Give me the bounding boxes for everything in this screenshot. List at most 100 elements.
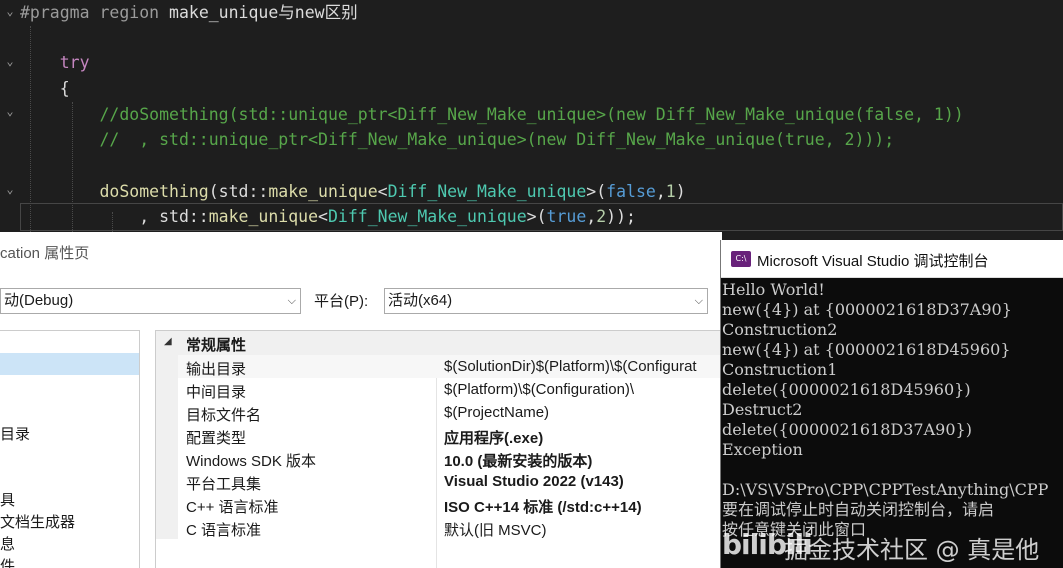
code-line[interactable] bbox=[20, 153, 1063, 178]
property-row[interactable]: 配置类型 应用程序(.exe) bbox=[156, 424, 722, 447]
console-line: Exception bbox=[722, 440, 803, 459]
property-name: 配置类型 bbox=[186, 430, 247, 447]
console-line: delete({0000021618D37A90}) bbox=[722, 420, 972, 439]
row-gutter bbox=[156, 355, 178, 378]
code-token: false bbox=[606, 182, 656, 201]
fold-chevron-icon[interactable]: ⌄ bbox=[0, 4, 20, 18]
property-name: Windows SDK 版本 bbox=[186, 453, 317, 470]
code-line[interactable]: #pragma region make_unique与new区别 bbox=[20, 0, 1063, 25]
chevron-down-icon: ⌵ bbox=[287, 295, 296, 307]
console-line: Construction2 bbox=[722, 320, 838, 339]
watermark-text: 掘金技术社区 @ 真是他 bbox=[784, 536, 1040, 564]
property-grid[interactable]: ◢ 常规属性 输出目录 $(SolutionDir)$(Platform)\$(… bbox=[155, 330, 722, 568]
property-name: C 语言标准 bbox=[186, 522, 262, 539]
property-row[interactable]: 平台工具集 Visual Studio 2022 (v143) bbox=[156, 470, 722, 493]
property-pages-dialog: cation 属性页 动(Debug) ⌵ 平台(P): 活动(x64) ⌵ 目… bbox=[0, 232, 722, 568]
fold-chevron-icon[interactable]: ⌄ bbox=[0, 54, 20, 68]
code-token: #pragma region bbox=[20, 3, 170, 22]
console-line: D:\VS\VSPro\CPP\CPPTestAnything\CPP bbox=[722, 480, 1049, 499]
code-line[interactable]: , std::make_unique<Diff_New_Make_unique>… bbox=[20, 204, 1063, 229]
code-token: 1 bbox=[665, 182, 676, 201]
code-token: try bbox=[20, 53, 90, 72]
console-title-bar[interactable]: C:\ Microsoft Visual Studio 调试控制台 bbox=[721, 240, 1063, 278]
console-line: Destruct2 bbox=[722, 400, 803, 419]
code-token: ) bbox=[675, 182, 686, 201]
property-tree[interactable]: 目录 具 文档生成器 息 件 bbox=[0, 330, 140, 568]
platform-value: 活动(x64) bbox=[388, 292, 453, 309]
configuration-value: 动(Debug) bbox=[4, 292, 74, 309]
console-line: 要在调试停止时自动关闭控制台，请启 bbox=[722, 500, 995, 519]
property-row[interactable]: C 语言标准 默认(旧 MSVC) bbox=[156, 516, 722, 539]
console-line: delete({0000021618D45960}) bbox=[722, 380, 971, 399]
code-token: make_unique与new区别 bbox=[169, 3, 358, 22]
code-token: )); bbox=[606, 207, 636, 226]
code-token: //doSomething(std::unique_ptr<Diff_New_M… bbox=[20, 105, 964, 124]
tree-item[interactable]: 目录 bbox=[0, 423, 30, 444]
triangle-down-icon[interactable]: ◢ bbox=[164, 336, 172, 347]
tree-item[interactable]: 息 bbox=[0, 533, 15, 554]
code-line[interactable]: //doSomething(std::unique_ptr<Diff_New_M… bbox=[20, 102, 1063, 127]
property-value[interactable]: 应用程序(.exe) bbox=[444, 427, 543, 448]
code-token: Diff_New_Make_unique bbox=[387, 182, 587, 201]
property-row[interactable]: 中间目录 $(Platform)\$(Configuration)\ bbox=[156, 378, 722, 401]
row-gutter bbox=[156, 493, 178, 516]
code-editor[interactable]: ⌄ ⌄ ⌄ ⌄ #pragma region make_unique与new区别… bbox=[0, 0, 1063, 240]
console-line: Hello World! bbox=[722, 280, 825, 299]
code-line[interactable]: { bbox=[20, 76, 1063, 101]
property-value[interactable]: 10.0 (最新安装的版本) bbox=[444, 450, 592, 471]
property-name: 中间目录 bbox=[186, 384, 247, 401]
platform-label: 平台(P): bbox=[314, 293, 369, 310]
property-value[interactable]: Visual Studio 2022 (v143) bbox=[444, 473, 624, 490]
row-gutter bbox=[156, 470, 178, 493]
code-line[interactable]: doSomething(std::make_unique<Diff_New_Ma… bbox=[20, 179, 1063, 204]
property-name: 输出目录 bbox=[186, 361, 247, 378]
code-token: < bbox=[318, 207, 328, 226]
property-value[interactable]: 默认(旧 MSVC) bbox=[444, 519, 547, 540]
code-token: { bbox=[20, 79, 70, 98]
console-title: Microsoft Visual Studio 调试控制台 bbox=[757, 253, 989, 270]
row-gutter bbox=[156, 378, 178, 401]
code-token: // , std::unique_ptr<Diff_New_Make_uniqu… bbox=[20, 130, 895, 149]
fold-chevron-icon[interactable]: ⌄ bbox=[0, 182, 20, 196]
code-token: true bbox=[546, 207, 587, 226]
code-token: , bbox=[586, 207, 597, 226]
row-gutter bbox=[156, 401, 178, 424]
property-name: C++ 语言标准 bbox=[186, 499, 279, 516]
configuration-select[interactable]: 动(Debug) ⌵ bbox=[0, 288, 301, 314]
section-title: 常规属性 bbox=[186, 337, 247, 354]
debug-console-window[interactable]: C:\ Microsoft Visual Studio 调试控制台 Hello … bbox=[720, 240, 1063, 568]
section-header[interactable]: ◢ 常规属性 bbox=[156, 331, 722, 355]
code-token: Diff_New_Make_unique bbox=[327, 207, 527, 226]
tree-item[interactable]: 具 bbox=[0, 489, 15, 510]
property-row[interactable]: Windows SDK 版本 10.0 (最新安装的版本) bbox=[156, 447, 722, 470]
row-gutter bbox=[156, 424, 178, 447]
console-line: new({4}) at {0000021618D37A90} bbox=[722, 300, 1012, 319]
code-token: < bbox=[377, 182, 388, 201]
code-token: , std:: bbox=[20, 207, 209, 226]
property-row[interactable]: 输出目录 $(SolutionDir)$(Platform)\$(Configu… bbox=[156, 355, 722, 378]
code-line[interactable]: try bbox=[20, 50, 1063, 75]
row-gutter bbox=[156, 447, 178, 470]
property-value[interactable]: ISO C++14 标准 (/std:c++14) bbox=[444, 496, 642, 517]
property-value[interactable]: $(ProjectName) bbox=[444, 404, 549, 421]
code-token: >( bbox=[526, 207, 547, 226]
console-line: Construction1 bbox=[722, 360, 838, 379]
code-token: 2 bbox=[596, 207, 607, 226]
code-token: (std:: bbox=[208, 182, 269, 201]
fold-chevron-icon[interactable]: ⌄ bbox=[0, 104, 20, 118]
code-line[interactable]: // , std::unique_ptr<Diff_New_Make_uniqu… bbox=[20, 127, 1063, 152]
property-name: 平台工具集 bbox=[186, 476, 262, 493]
property-value[interactable]: $(Platform)\$(Configuration)\ bbox=[444, 381, 634, 398]
tree-selected-item[interactable] bbox=[0, 353, 139, 375]
property-row[interactable]: 目标文件名 $(ProjectName) bbox=[156, 401, 722, 424]
console-line: new({4}) at {0000021618D45960} bbox=[722, 340, 1011, 359]
tree-item[interactable]: 件 bbox=[0, 555, 15, 568]
chevron-down-icon: ⌵ bbox=[694, 295, 703, 307]
watermark: bilibili 掘金技术社区 @ 真是他 bbox=[722, 524, 1063, 568]
property-value[interactable]: $(SolutionDir)$(Platform)\$(Configurat bbox=[444, 358, 697, 375]
property-name: 目标文件名 bbox=[186, 407, 262, 424]
property-row[interactable]: C++ 语言标准 ISO C++14 标准 (/std:c++14) bbox=[156, 493, 722, 516]
platform-select[interactable]: 活动(x64) ⌵ bbox=[384, 288, 708, 314]
tree-item[interactable]: 文档生成器 bbox=[0, 511, 75, 532]
